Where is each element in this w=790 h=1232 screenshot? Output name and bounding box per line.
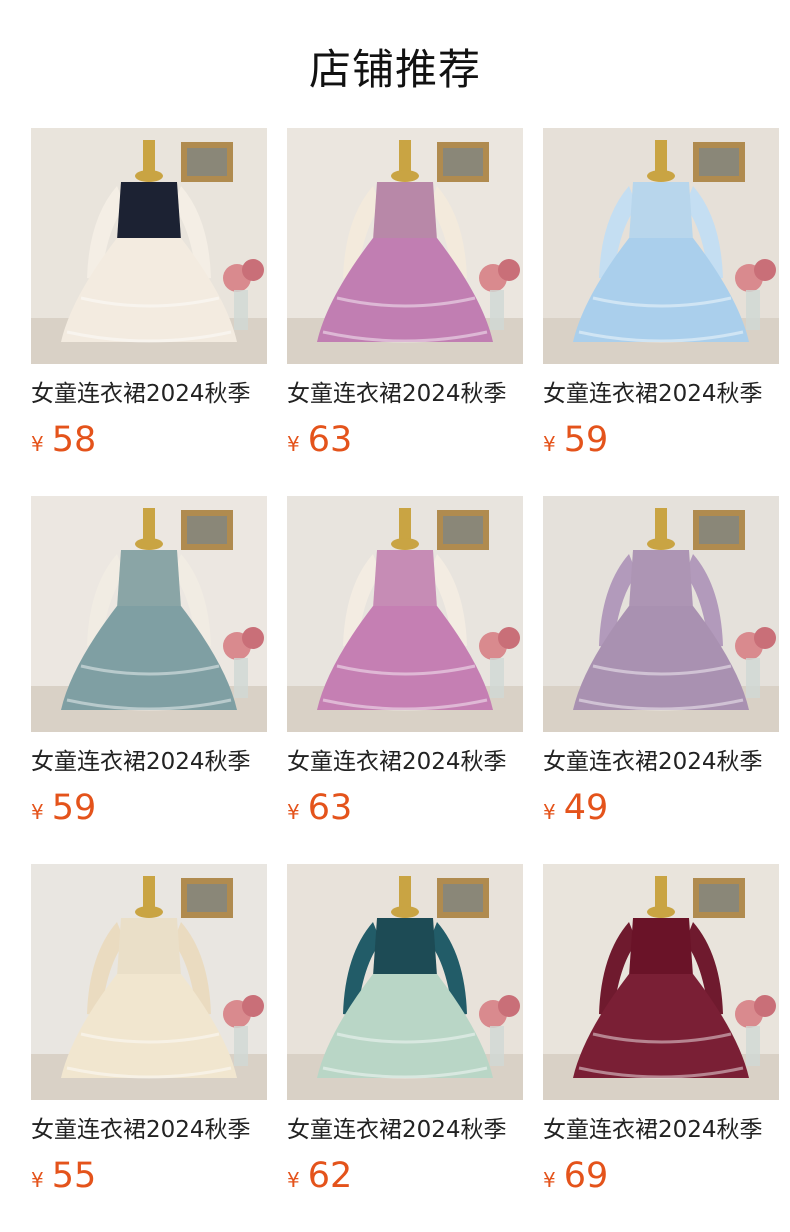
product-image[interactable] bbox=[287, 128, 523, 364]
product-title[interactable]: 女童连衣裙2024秋季 bbox=[543, 1115, 779, 1145]
currency-symbol: ¥ bbox=[287, 1168, 300, 1192]
product-title[interactable]: 女童连衣裙2024秋季 bbox=[31, 1115, 267, 1145]
product-title[interactable]: 女童连衣裙2024秋季 bbox=[287, 1115, 523, 1145]
dress-photo bbox=[31, 496, 267, 732]
currency-symbol: ¥ bbox=[31, 1168, 44, 1192]
currency-symbol: ¥ bbox=[543, 1168, 556, 1192]
currency-symbol: ¥ bbox=[287, 800, 300, 824]
product-title[interactable]: 女童连衣裙2024秋季 bbox=[543, 747, 779, 777]
product-card[interactable]: 女童连衣裙2024秋季 ¥ 63 bbox=[287, 128, 523, 459]
product-card[interactable]: 女童连衣裙2024秋季 ¥ 58 bbox=[31, 128, 267, 459]
price-amount: 59 bbox=[51, 788, 97, 828]
price-amount: 63 bbox=[307, 788, 353, 828]
currency-symbol: ¥ bbox=[31, 432, 44, 456]
price-amount: 58 bbox=[51, 420, 97, 460]
dress-photo bbox=[543, 864, 779, 1100]
section-header: 店铺推荐 bbox=[0, 0, 790, 128]
currency-symbol: ¥ bbox=[31, 800, 44, 824]
dress-photo bbox=[287, 864, 523, 1100]
price-amount: 69 bbox=[563, 1156, 609, 1196]
product-title[interactable]: 女童连衣裙2024秋季 bbox=[543, 379, 779, 409]
product-title[interactable]: 女童连衣裙2024秋季 bbox=[31, 379, 267, 409]
product-image[interactable] bbox=[31, 864, 267, 1100]
product-image[interactable] bbox=[543, 864, 779, 1100]
product-price: ¥ 59 bbox=[543, 421, 779, 459]
product-card[interactable]: 女童连衣裙2024秋季 ¥ 63 bbox=[287, 496, 523, 827]
product-image[interactable] bbox=[287, 864, 523, 1100]
dress-photo bbox=[543, 128, 779, 364]
product-price: ¥ 69 bbox=[543, 1157, 779, 1195]
price-amount: 59 bbox=[563, 420, 609, 460]
product-image[interactable] bbox=[31, 496, 267, 732]
product-image[interactable] bbox=[287, 496, 523, 732]
product-card[interactable]: 女童连衣裙2024秋季 ¥ 49 bbox=[543, 496, 779, 827]
dress-photo bbox=[287, 496, 523, 732]
product-title[interactable]: 女童连衣裙2024秋季 bbox=[287, 379, 523, 409]
product-price: ¥ 58 bbox=[31, 421, 267, 459]
price-amount: 62 bbox=[307, 1156, 353, 1196]
product-image[interactable] bbox=[543, 496, 779, 732]
price-amount: 55 bbox=[51, 1156, 97, 1196]
price-amount: 49 bbox=[563, 788, 609, 828]
product-card[interactable]: 女童连衣裙2024秋季 ¥ 59 bbox=[543, 128, 779, 459]
product-price: ¥ 63 bbox=[287, 789, 523, 827]
currency-symbol: ¥ bbox=[287, 432, 300, 456]
product-title[interactable]: 女童连衣裙2024秋季 bbox=[287, 747, 523, 777]
product-card[interactable]: 女童连衣裙2024秋季 ¥ 55 bbox=[31, 864, 267, 1195]
product-grid: 女童连衣裙2024秋季 ¥ 58 女童连衣裙2024秋季 ¥ 63 女童连衣裙2… bbox=[0, 128, 790, 1232]
dress-photo bbox=[543, 496, 779, 732]
product-price: ¥ 49 bbox=[543, 789, 779, 827]
product-price: ¥ 55 bbox=[31, 1157, 267, 1195]
currency-symbol: ¥ bbox=[543, 800, 556, 824]
product-card[interactable]: 女童连衣裙2024秋季 ¥ 59 bbox=[31, 496, 267, 827]
dress-photo bbox=[287, 128, 523, 364]
dress-photo bbox=[31, 864, 267, 1100]
currency-symbol: ¥ bbox=[543, 432, 556, 456]
price-amount: 63 bbox=[307, 420, 353, 460]
dress-photo bbox=[31, 128, 267, 364]
product-image[interactable] bbox=[31, 128, 267, 364]
page-title: 店铺推荐 bbox=[308, 44, 481, 94]
product-price: ¥ 59 bbox=[31, 789, 267, 827]
product-card[interactable]: 女童连衣裙2024秋季 ¥ 69 bbox=[543, 864, 779, 1195]
product-price: ¥ 63 bbox=[287, 421, 523, 459]
product-title[interactable]: 女童连衣裙2024秋季 bbox=[31, 747, 267, 777]
product-image[interactable] bbox=[543, 128, 779, 364]
product-price: ¥ 62 bbox=[287, 1157, 523, 1195]
product-card[interactable]: 女童连衣裙2024秋季 ¥ 62 bbox=[287, 864, 523, 1195]
